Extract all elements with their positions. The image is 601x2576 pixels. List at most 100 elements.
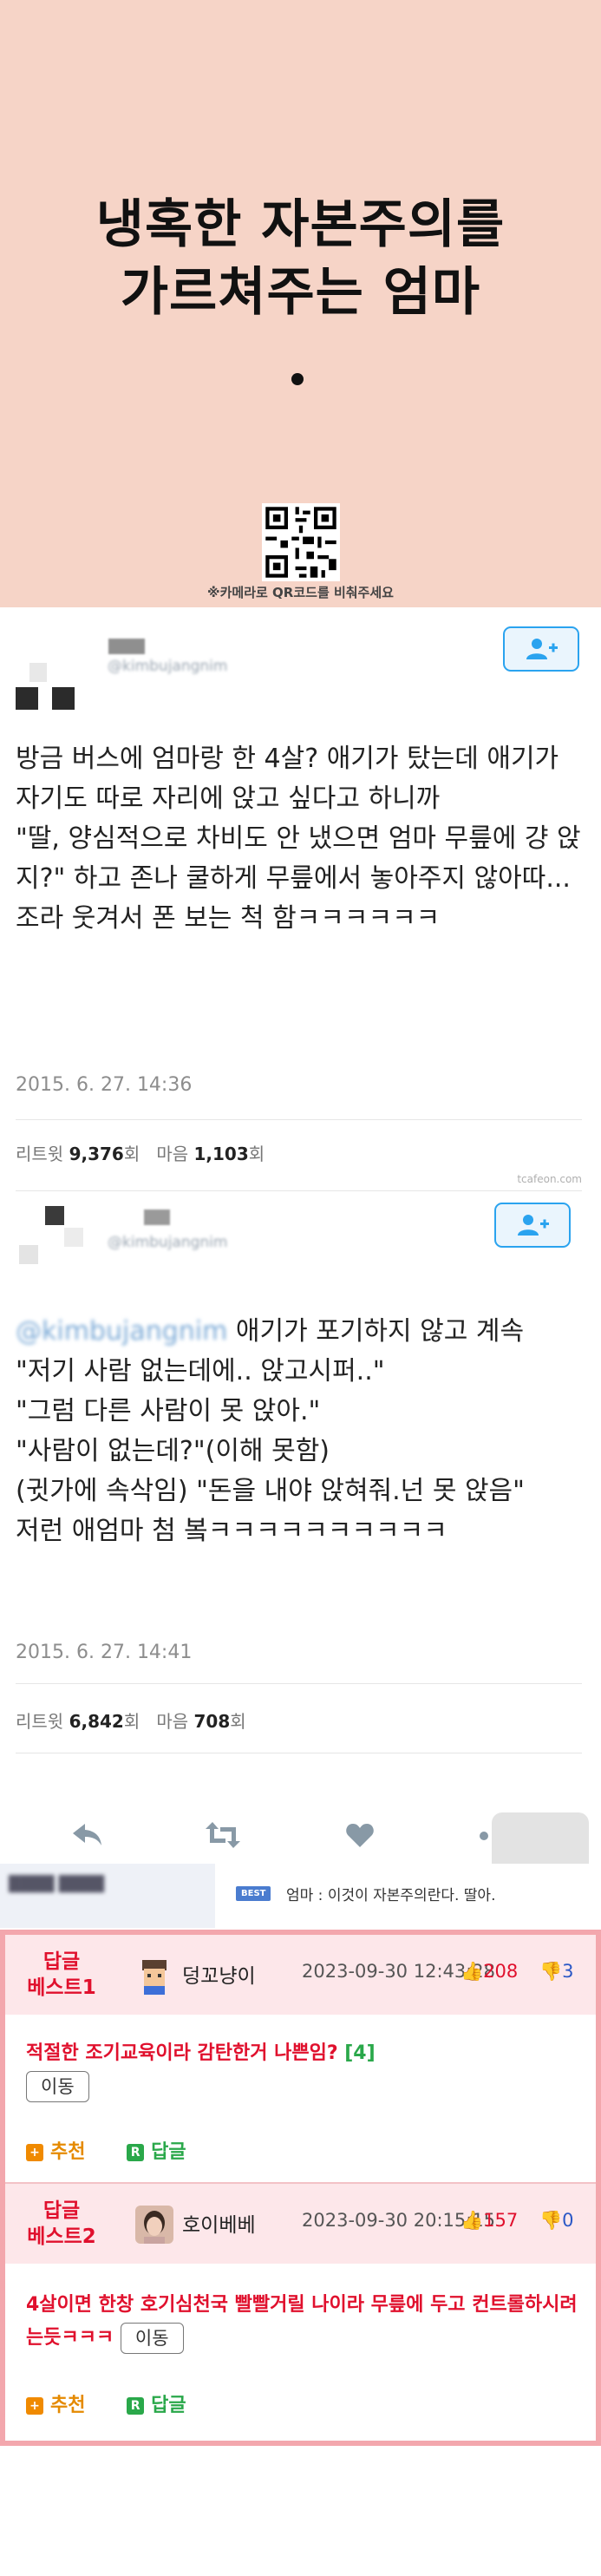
recommend-button[interactable]: + 추천 <box>26 2395 85 2416</box>
like-unit: 회 <box>248 1144 265 1164</box>
avatar-pixel <box>52 687 75 710</box>
comment-nickname[interactable]: 호이베베 <box>182 2208 256 2238</box>
best-reply-label-line1: 답글 <box>42 2199 81 2222</box>
title-panel: 냉혹한 자본주의를 가르쳐주는 엄마 ※카메라로 QR코드를 비춰주세요 <box>0 0 601 607</box>
reply-button[interactable]: R 답글 <box>127 2395 186 2416</box>
follow-button[interactable] <box>494 1203 571 1248</box>
title-dot <box>291 373 304 385</box>
comment-body: 4살이면 한창 호기심천국 빨빨거릴 나이라 무릎에 두고 컨트롤하시려는듯ㅋㅋ… <box>26 2289 581 2355</box>
tweet-handle: @kimbujangnim <box>108 1234 228 1251</box>
avatar-pixel <box>29 663 47 682</box>
qr-code-icon[interactable] <box>262 503 340 581</box>
plus-icon: + <box>26 2144 43 2161</box>
downvote[interactable]: 👎3 <box>539 1961 574 1983</box>
comment-nickname[interactable]: 덩꼬냥이 <box>182 1959 256 1989</box>
upvote[interactable]: 👍157 <box>461 2210 518 2232</box>
best-reply-label-line2: 베스트1 <box>27 1976 96 1999</box>
retweet-count: 6,842 <box>69 1711 124 1732</box>
add-user-icon <box>526 639 558 659</box>
title-line-2: 가르쳐주는 엄마 <box>120 262 481 323</box>
qr-hint: ※카메라로 QR코드를 비춰주세요 <box>207 585 394 600</box>
best-replies-box: 답글 베스트1 덩꼬냥이 2023-09-30 12:43:28 👍208 👎3… <box>0 1930 601 2446</box>
retweet-unit: 회 <box>123 1144 140 1164</box>
tweet-stats: 리트윗 9,376회 마음 1,103회 <box>16 1140 265 1165</box>
best-reply-label: 답글 베스트1 <box>23 1949 101 2001</box>
upvote[interactable]: 👍208 <box>461 1961 518 1983</box>
thumbs-down-icon: 👎 <box>539 1961 563 1982</box>
tweet-screenshot: @kimbujangnim 방금 버스에 엄마랑 한 4살? 애기가 탔는데 애… <box>0 607 601 1865</box>
thumbs-up-icon: 👍 <box>461 1961 484 1982</box>
best-reply-label-line1: 답글 <box>42 1950 81 1973</box>
recommend-label: 추천 <box>50 2141 86 2163</box>
like-count: 1,103 <box>193 1144 249 1164</box>
tweet-stats: 리트윗 6,842회 마음 708회 <box>16 1708 246 1733</box>
reply-count: [4] <box>344 2042 376 2064</box>
reply-r-icon: R <box>127 2397 145 2415</box>
tweet-text: 방금 버스에 엄마랑 한 4살? 애기가 탔는데 애기가 자기도 따로 자리에 … <box>16 739 588 939</box>
title-line-1: 냉혹한 자본주의를 <box>95 194 506 255</box>
avatar <box>45 1206 64 1225</box>
comment-text[interactable]: 적절한 조기교육이라 감탄한거 나쁜임? <box>26 2042 344 2064</box>
tweet-timestamp: 2015. 6. 27. 14:36 <box>16 1074 193 1096</box>
reply-r-icon: R <box>127 2144 145 2161</box>
upvote-count: 157 <box>483 2210 519 2231</box>
comment-text[interactable]: 4살이면 한창 호기심천국 빨빨거릴 나이라 무릎에 두고 컨트롤하시려는듯ㅋㅋ… <box>26 2294 578 2349</box>
like-label: 마음 <box>156 1144 189 1164</box>
divider <box>16 1190 582 1191</box>
recommend-label: 추천 <box>50 2395 86 2416</box>
retweet-label: 리트윗 <box>16 1711 64 1732</box>
avatar-pixel <box>64 1228 83 1247</box>
plus-icon: + <box>26 2397 43 2415</box>
like-count: 708 <box>193 1711 231 1732</box>
comment-header: 답글 베스트1 덩꼬냥이 2023-09-30 12:43:28 👍208 👎3 <box>5 1935 596 2015</box>
follow-button[interactable] <box>503 626 579 672</box>
reply-label: 답글 <box>151 2395 186 2416</box>
recommend-button[interactable]: + 추천 <box>26 2141 85 2163</box>
reply-button[interactable]: R 답글 <box>127 2141 186 2163</box>
tweet-mention[interactable]: @kimbujangnim <box>16 1316 227 1347</box>
avatar[interactable] <box>135 1957 173 1995</box>
thumbs-up-icon: 👍 <box>461 2210 484 2231</box>
retweet-unit: 회 <box>123 1711 140 1732</box>
tweet-text: @kimbujangnim 애기가 포기하지 않고 계속 "저기 사람 없는데에… <box>16 1312 588 1551</box>
reply-icon[interactable] <box>71 1822 104 1848</box>
upvote-count: 208 <box>483 1961 519 1982</box>
divider <box>16 1683 582 1684</box>
avatar <box>16 687 38 710</box>
thumbs-down-icon: 👎 <box>539 2210 563 2231</box>
retweet-icon[interactable] <box>205 1820 241 1850</box>
avatar[interactable] <box>135 2206 173 2244</box>
comment-actions: + 추천 R 답글 <box>26 2389 186 2417</box>
best-quote-text: 엄마 : 이것이 자본주의란다. 딸아. <box>286 1887 496 1904</box>
tweet-handle: @kimbujangnim <box>108 658 228 675</box>
comment-actions: + 추천 R 답글 <box>26 2136 186 2164</box>
display-name <box>144 1209 170 1225</box>
downvote-count: 0 <box>562 2210 574 2231</box>
tweet-body: 방금 버스에 엄마랑 한 4살? 애기가 탔는데 애기가 자기도 따로 자리에 … <box>16 744 581 934</box>
best-reply-label-line2: 베스트2 <box>27 2225 96 2248</box>
like-unit: 회 <box>230 1711 246 1732</box>
tweet-body: 애기가 포기하지 않고 계속 "저기 사람 없는데에.. 앉고시퍼.." "그럼… <box>16 1316 525 1546</box>
like-label: 마음 <box>156 1711 189 1732</box>
display-name <box>108 639 145 654</box>
tweet-timestamp: 2015. 6. 27. 14:41 <box>16 1642 193 1663</box>
comment-header: 답글 베스트2 호이베베 2023-09-30 20:15:15 👍157 👎0 <box>5 2184 596 2264</box>
best-quote[interactable]: BEST 엄마 : 이것이 자본주의란다. 딸아. <box>215 1864 601 1928</box>
best-reply-label: 답글 베스트2 <box>23 2198 101 2250</box>
move-button[interactable]: 이동 <box>26 2071 89 2102</box>
best-author: ████ ████ <box>9 1876 104 1893</box>
retweet-label: 리트윗 <box>16 1144 64 1164</box>
best-badge: BEST <box>236 1886 271 1901</box>
reply-label: 답글 <box>151 2141 186 2163</box>
avatar-pixel <box>19 1245 38 1264</box>
comment-body: 적절한 조기교육이라 감탄한거 나쁜임? [4] 이동 <box>26 2037 581 2103</box>
downvote-count: 3 <box>562 1961 574 1982</box>
best-comment-bar: ████ ████ BEST 엄마 : 이것이 자본주의란다. 딸아. <box>0 1864 601 1928</box>
move-button[interactable]: 이동 <box>120 2323 184 2354</box>
page-title: 냉혹한 자본주의를 가르쳐주는 엄마 <box>0 191 601 326</box>
watermark: tcafeon.com <box>517 1173 582 1185</box>
downvote[interactable]: 👎0 <box>539 2210 574 2232</box>
add-user-icon <box>518 1215 549 1236</box>
retweet-count: 9,376 <box>69 1144 124 1164</box>
heart-icon[interactable] <box>345 1822 375 1848</box>
